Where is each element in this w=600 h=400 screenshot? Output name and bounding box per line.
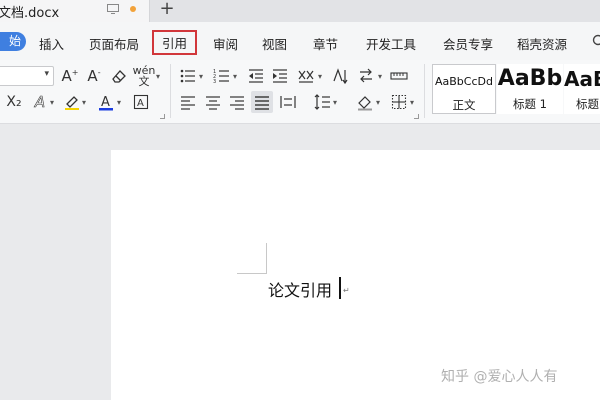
highlight-icon[interactable] [62,92,82,112]
menu-references[interactable]: 引用 [152,30,198,55]
style-normal-sample: AaBbCcDd [435,75,493,88]
menu-chapter[interactable]: 章节 [313,34,338,53]
align-right-icon[interactable] [227,92,247,112]
margin-marker-horizontal [237,273,267,274]
align-center-icon[interactable] [203,92,223,112]
font-color-icon[interactable]: A [96,92,116,112]
svg-text:A: A [101,95,110,110]
numbered-list-icon[interactable]: 123 [212,66,232,86]
style-normal-label: 正文 [452,98,476,112]
shading-icon[interactable] [355,92,375,112]
style-heading-1-label: 标题 1 [513,97,547,111]
svg-text:A: A [137,98,144,109]
svg-text:3: 3 [213,79,216,85]
menu-docer-resources[interactable]: 稻壳资源 [517,34,567,53]
chevron-down-icon: ▾ [378,72,383,81]
style-heading-1-sample: AaBb [497,66,563,91]
chevron-down-icon: ▾ [156,72,161,81]
chevron-down-icon: ▾ [82,98,87,107]
chinese-layout-icon[interactable] [296,66,316,86]
style-heading-label: 标题 [576,97,599,111]
phonetic-guide-icon[interactable]: wén 文 [133,65,156,87]
ruler-icon[interactable] [389,66,409,86]
new-tab-button[interactable]: + [158,0,176,20]
style-normal[interactable]: AaBbCcDd 正文 [432,64,496,114]
justify-icon[interactable] [251,91,273,113]
watermark: 知乎 @爱心人人有 [441,369,558,385]
font-size-dropdown[interactable]: ▾ [0,66,54,86]
style-heading[interactable]: AaB 标题 [564,64,600,114]
chevron-down-icon: ▾ [333,98,338,107]
toolbar-separator [424,64,425,118]
monitor-icon[interactable] [107,4,119,14]
text-direction-icon[interactable] [356,66,376,86]
document-page[interactable] [111,150,600,400]
increase-indent-icon[interactable] [270,66,290,86]
document-body-text[interactable]: 论文引用 [268,277,332,301]
style-heading-sample: AaB [564,67,600,91]
chevron-down-icon: ▾ [199,72,204,81]
distributed-align-icon[interactable] [278,92,298,112]
menu-bar: 始 插入 页面布局 引用 审阅 视图 章节 开发工具 会员专享 稻壳资源 [0,22,600,60]
eraser-icon[interactable] [109,66,129,86]
document-tab[interactable]: 文档.docx [0,0,150,22]
menu-developer-tools[interactable]: 开发工具 [366,34,416,53]
chevron-down-icon: ▾ [410,98,415,107]
align-left-icon[interactable] [178,92,198,112]
unsaved-dot-icon [130,6,136,12]
margin-marker-vertical [266,243,267,274]
menu-review[interactable]: 审阅 [213,34,238,53]
character-border-icon[interactable]: A [131,92,151,112]
grow-font-icon[interactable]: A+ [60,66,80,86]
menu-start-button[interactable]: 始 [0,32,26,51]
decrease-indent-icon[interactable] [246,66,266,86]
chevron-down-icon: ▾ [233,72,238,81]
text-effect-icon[interactable]: A [30,92,50,112]
menu-member[interactable]: 会员专享 [443,34,493,53]
search-icon[interactable] [592,34,600,48]
chevron-down-icon: ▾ [376,98,381,107]
document-tab-title: 文档.docx [0,6,60,21]
menu-view[interactable]: 视图 [262,34,287,53]
menu-insert[interactable]: 插入 [39,34,64,53]
text-cursor [339,277,341,299]
shrink-font-icon[interactable]: A- [84,66,104,86]
title-bar: 文档.docx + [0,0,600,22]
style-heading-1[interactable]: AaBb 标题 1 [497,64,563,114]
paragraph-dialog-launcher-icon[interactable] [414,114,419,119]
ribbon-toolbar: ▾ A+ A- wén 文 ▾ X₂ A ▾ ▾ A ▾ A ▾ 123 ▾ ▾ … [0,60,600,124]
chevron-down-icon: ▾ [117,98,122,107]
menu-page-layout[interactable]: 页面布局 [89,34,139,53]
font-dialog-launcher-icon[interactable] [160,114,165,119]
paragraph-mark-icon: ↵ [343,286,350,295]
sort-icon[interactable] [330,66,350,86]
chevron-down-icon: ▾ [50,98,55,107]
borders-icon[interactable] [389,92,409,112]
bullet-list-icon[interactable] [178,66,198,86]
toolbar-separator [170,64,171,118]
line-spacing-icon[interactable] [312,92,332,112]
chevron-down-icon: ▾ [318,72,323,81]
subscript-icon[interactable]: X₂ [4,92,24,112]
chevron-down-icon: ▾ [44,69,49,79]
